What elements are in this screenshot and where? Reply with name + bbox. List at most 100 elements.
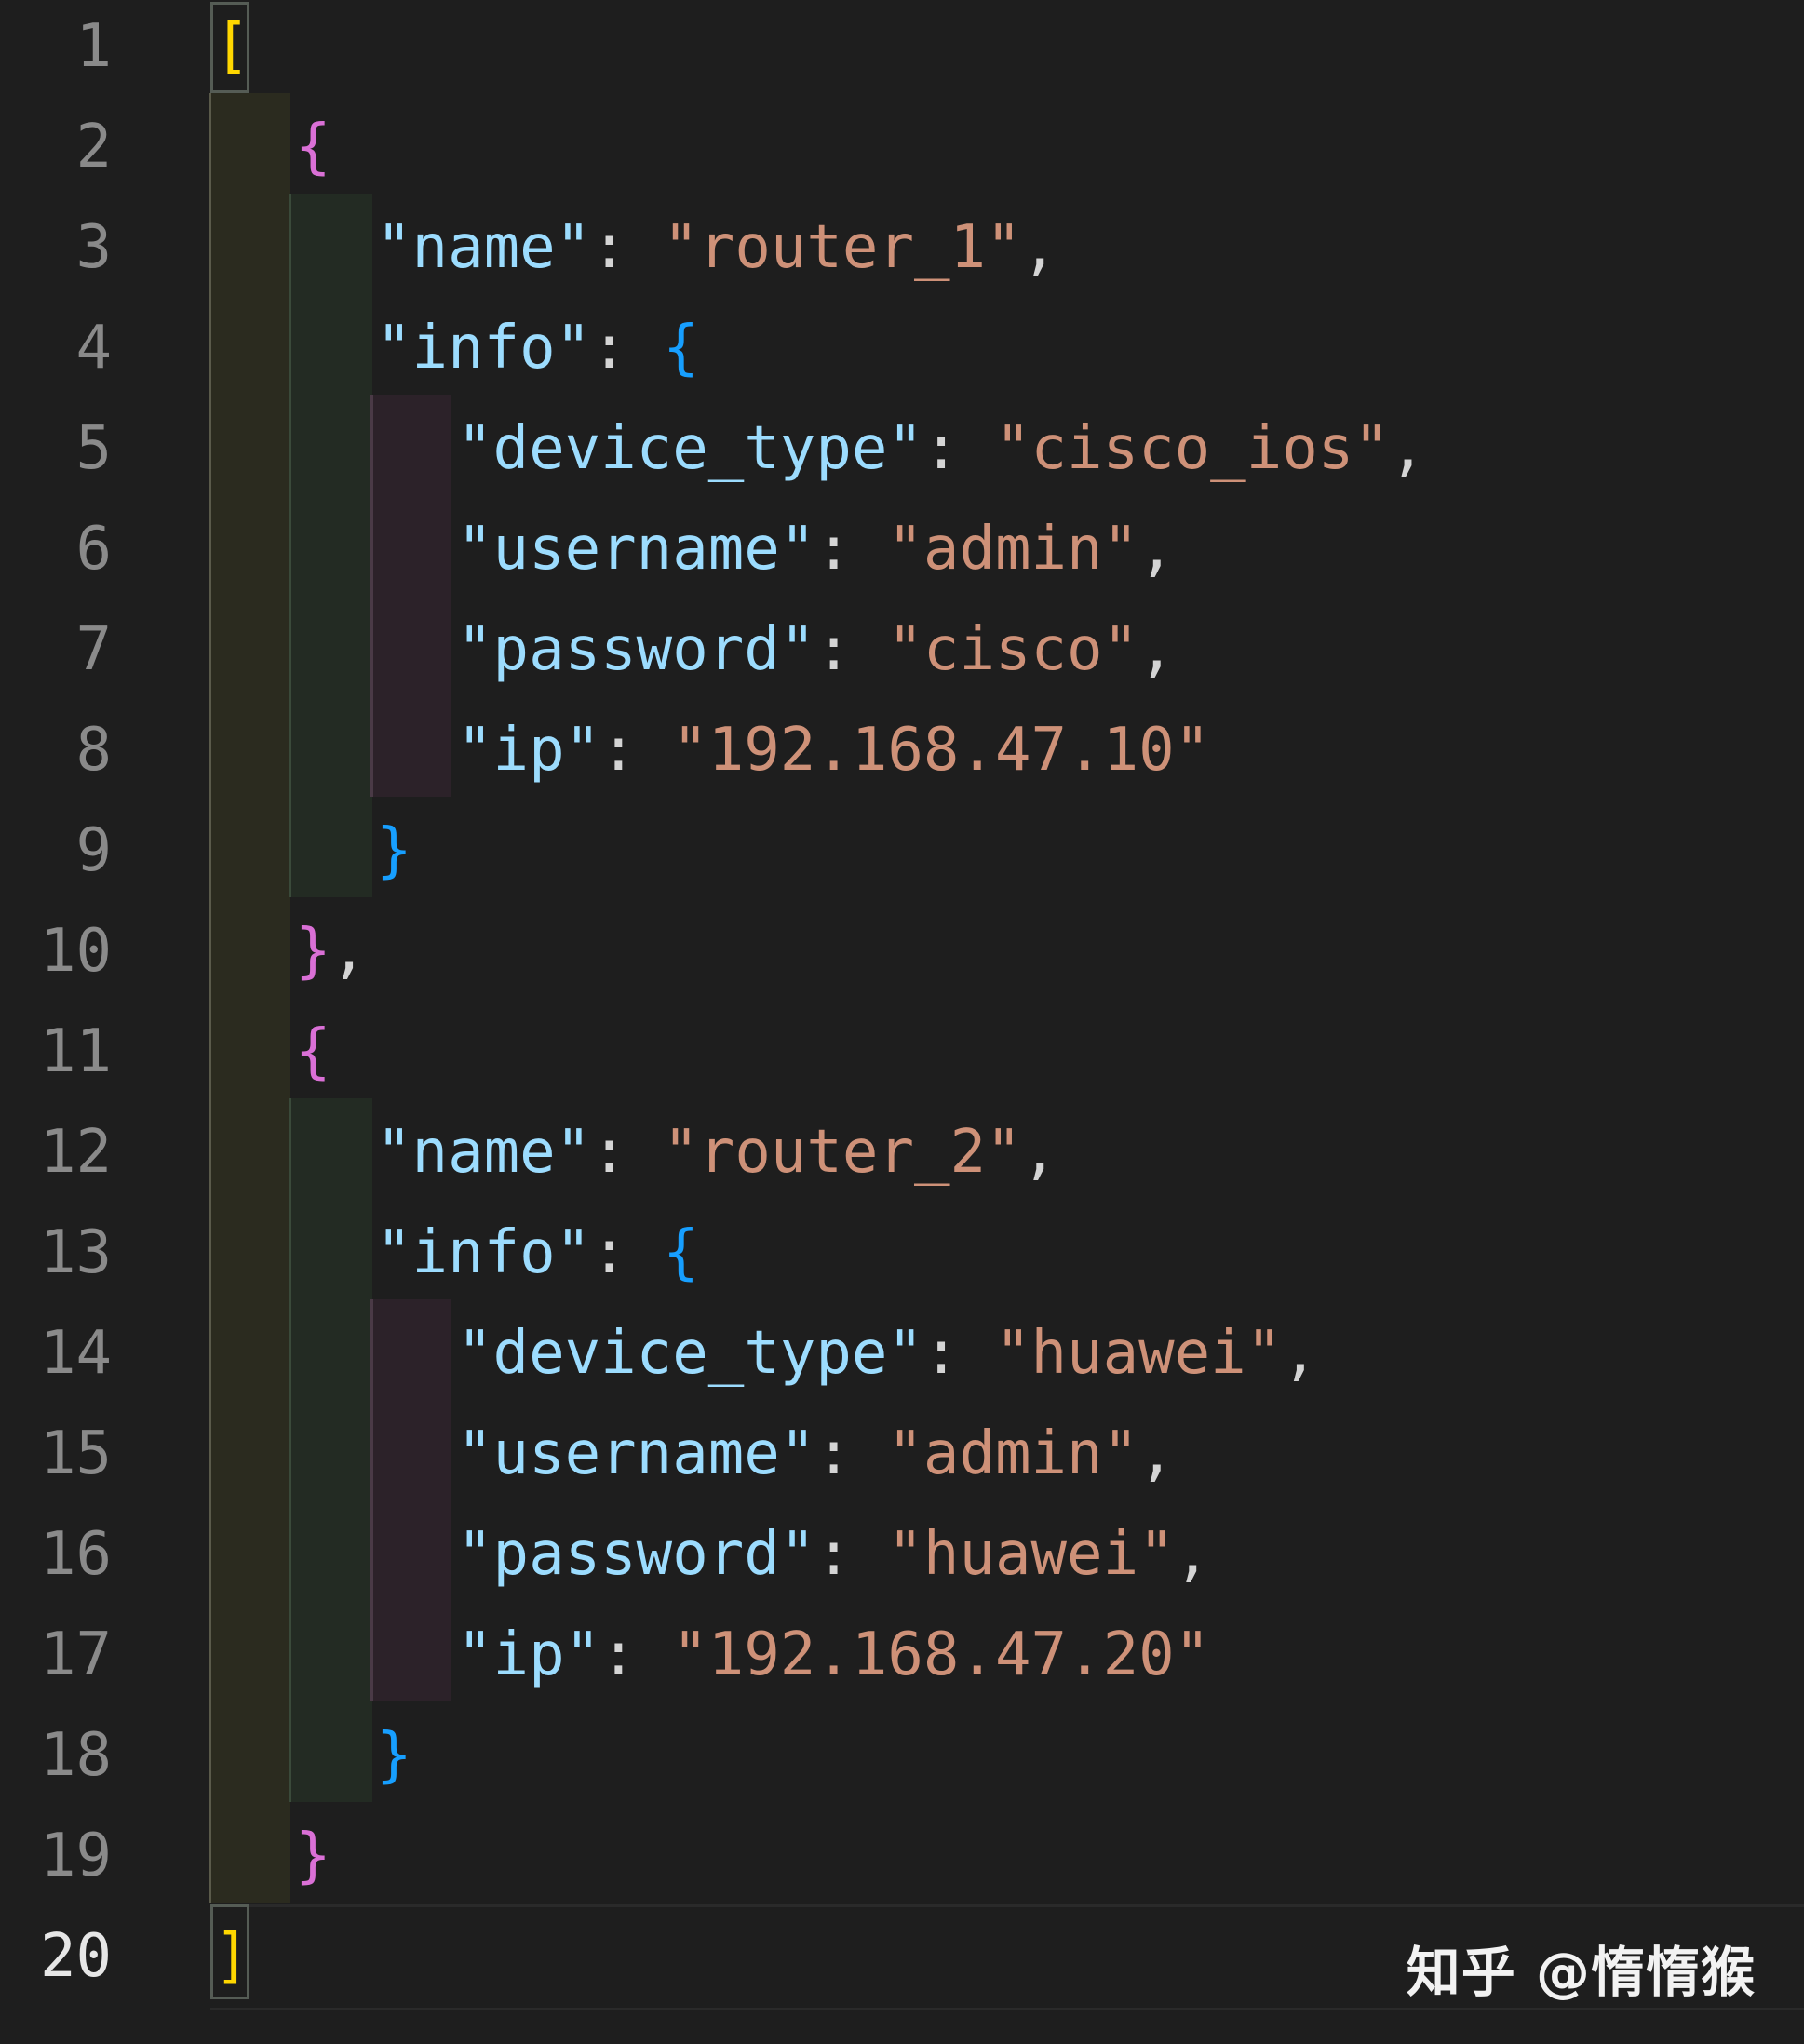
indent-guide-line xyxy=(370,395,373,797)
code-line[interactable]: { xyxy=(295,97,331,197)
punctuation: : xyxy=(923,1319,995,1388)
indent-guide-line xyxy=(289,194,291,897)
code-line[interactable]: "password": "cisco", xyxy=(457,599,1175,700)
punctuation: : xyxy=(591,1118,663,1187)
bracket-guide-line xyxy=(209,93,211,1903)
json-string: "router_2" xyxy=(663,1118,1021,1187)
punctuation: : xyxy=(815,515,887,584)
code-line[interactable]: "device_type": "huawei", xyxy=(457,1303,1318,1404)
code-line[interactable]: ] xyxy=(214,1906,250,2007)
line-number: 4 xyxy=(0,298,112,398)
line-number: 13 xyxy=(0,1203,112,1303)
code-line[interactable]: "name": "router_2", xyxy=(376,1102,1057,1203)
json-key: "device_type" xyxy=(457,1319,923,1388)
json-string: "admin" xyxy=(887,1419,1138,1488)
bracket: } xyxy=(295,1822,331,1890)
json-string: "cisco" xyxy=(887,615,1138,684)
code-line[interactable]: [ xyxy=(214,0,250,97)
code-line[interactable]: } xyxy=(376,1705,412,1806)
code-line[interactable]: } xyxy=(295,1806,331,1906)
code-line[interactable]: "info": { xyxy=(376,1203,699,1303)
punctuation: , xyxy=(1138,1419,1175,1488)
line-number: 14 xyxy=(0,1303,112,1404)
json-key: "device_type" xyxy=(457,414,923,483)
code-line[interactable]: "device_type": "cisco_ios", xyxy=(457,398,1425,499)
line-number: 16 xyxy=(0,1504,112,1605)
code-line[interactable]: "ip": "192.168.47.20" xyxy=(457,1605,1210,1705)
indent-guide-level-3 xyxy=(372,1299,451,1701)
punctuation: : xyxy=(923,414,995,483)
code-line[interactable]: "ip": "192.168.47.10" xyxy=(457,700,1210,800)
punctuation: : xyxy=(600,1620,672,1689)
json-key: "password" xyxy=(457,1520,815,1589)
json-key: "name" xyxy=(376,1118,591,1187)
punctuation: : xyxy=(815,615,887,684)
punctuation: , xyxy=(1138,615,1175,684)
watermark: 知乎 @惰惰猴 xyxy=(1407,1929,1756,2007)
json-string: "192.168.47.20" xyxy=(672,1620,1210,1689)
indent-guide-level-2 xyxy=(290,1098,372,1802)
json-key: "username" xyxy=(457,515,815,584)
json-key: "name" xyxy=(376,213,591,282)
bracket: } xyxy=(295,917,331,986)
bracket: } xyxy=(376,816,412,885)
punctuation: : xyxy=(591,1218,663,1287)
line-number: 17 xyxy=(0,1605,112,1705)
code-line[interactable]: } xyxy=(376,800,412,901)
indent-guide-level-2 xyxy=(290,194,372,897)
punctuation: , xyxy=(1282,1319,1318,1388)
indent-guide-line xyxy=(289,1098,291,1802)
punctuation: : xyxy=(591,314,663,383)
punctuation: : xyxy=(591,213,663,282)
line-number: 2 xyxy=(0,97,112,197)
code-line[interactable]: "username": "admin", xyxy=(457,499,1175,599)
line-number: 18 xyxy=(0,1705,112,1806)
indent-guide-level-1 xyxy=(210,93,290,1903)
punctuation: , xyxy=(331,917,368,986)
line-number: 3 xyxy=(0,197,112,298)
line-number: 1 xyxy=(0,0,112,97)
bracket: [ xyxy=(214,12,250,81)
bracket: } xyxy=(376,1721,412,1790)
indent-guide-level-3 xyxy=(372,395,451,797)
json-key: "password" xyxy=(457,615,815,684)
bracket: { xyxy=(663,314,699,383)
line-number: 19 xyxy=(0,1806,112,1906)
line-number: 7 xyxy=(0,599,112,700)
bracket: { xyxy=(295,1017,331,1086)
punctuation: , xyxy=(1022,1118,1058,1187)
code-line[interactable]: { xyxy=(295,1002,331,1102)
punctuation: , xyxy=(1175,1520,1211,1589)
json-string: "huawei" xyxy=(995,1319,1282,1388)
line-number: 8 xyxy=(0,700,112,800)
json-string: "huawei" xyxy=(887,1520,1174,1589)
code-line[interactable]: "name": "router_1", xyxy=(376,197,1057,298)
json-string: "admin" xyxy=(887,515,1138,584)
json-string: "cisco_ios" xyxy=(995,414,1390,483)
line-number: 11 xyxy=(0,1002,112,1102)
json-string: "router_1" xyxy=(663,213,1021,282)
punctuation: , xyxy=(1022,213,1058,282)
bracket: { xyxy=(295,113,331,182)
punctuation: : xyxy=(815,1520,887,1589)
code-line[interactable]: "username": "admin", xyxy=(457,1404,1175,1504)
indent-guide-line xyxy=(370,1299,373,1701)
json-key: "ip" xyxy=(457,1620,600,1689)
line-number: 15 xyxy=(0,1404,112,1504)
line-number: 9 xyxy=(0,800,112,901)
line-number: 12 xyxy=(0,1102,112,1203)
line-number: 20 xyxy=(0,1906,112,2007)
code-line[interactable]: "info": { xyxy=(376,298,699,398)
code-line[interactable]: }, xyxy=(295,901,367,1002)
json-key: "info" xyxy=(376,314,591,383)
line-number: 5 xyxy=(0,398,112,499)
punctuation: : xyxy=(815,1419,887,1488)
punctuation: : xyxy=(600,716,672,785)
line-number: 10 xyxy=(0,901,112,1002)
line-number: 6 xyxy=(0,499,112,599)
json-key: "info" xyxy=(376,1218,591,1287)
code-line[interactable]: "password": "huawei", xyxy=(457,1504,1210,1605)
bracket: { xyxy=(663,1218,699,1287)
bracket: ] xyxy=(214,1922,250,1991)
code-editor[interactable]: 1234567891011121314151617181920 [{"name"… xyxy=(0,0,1804,2044)
